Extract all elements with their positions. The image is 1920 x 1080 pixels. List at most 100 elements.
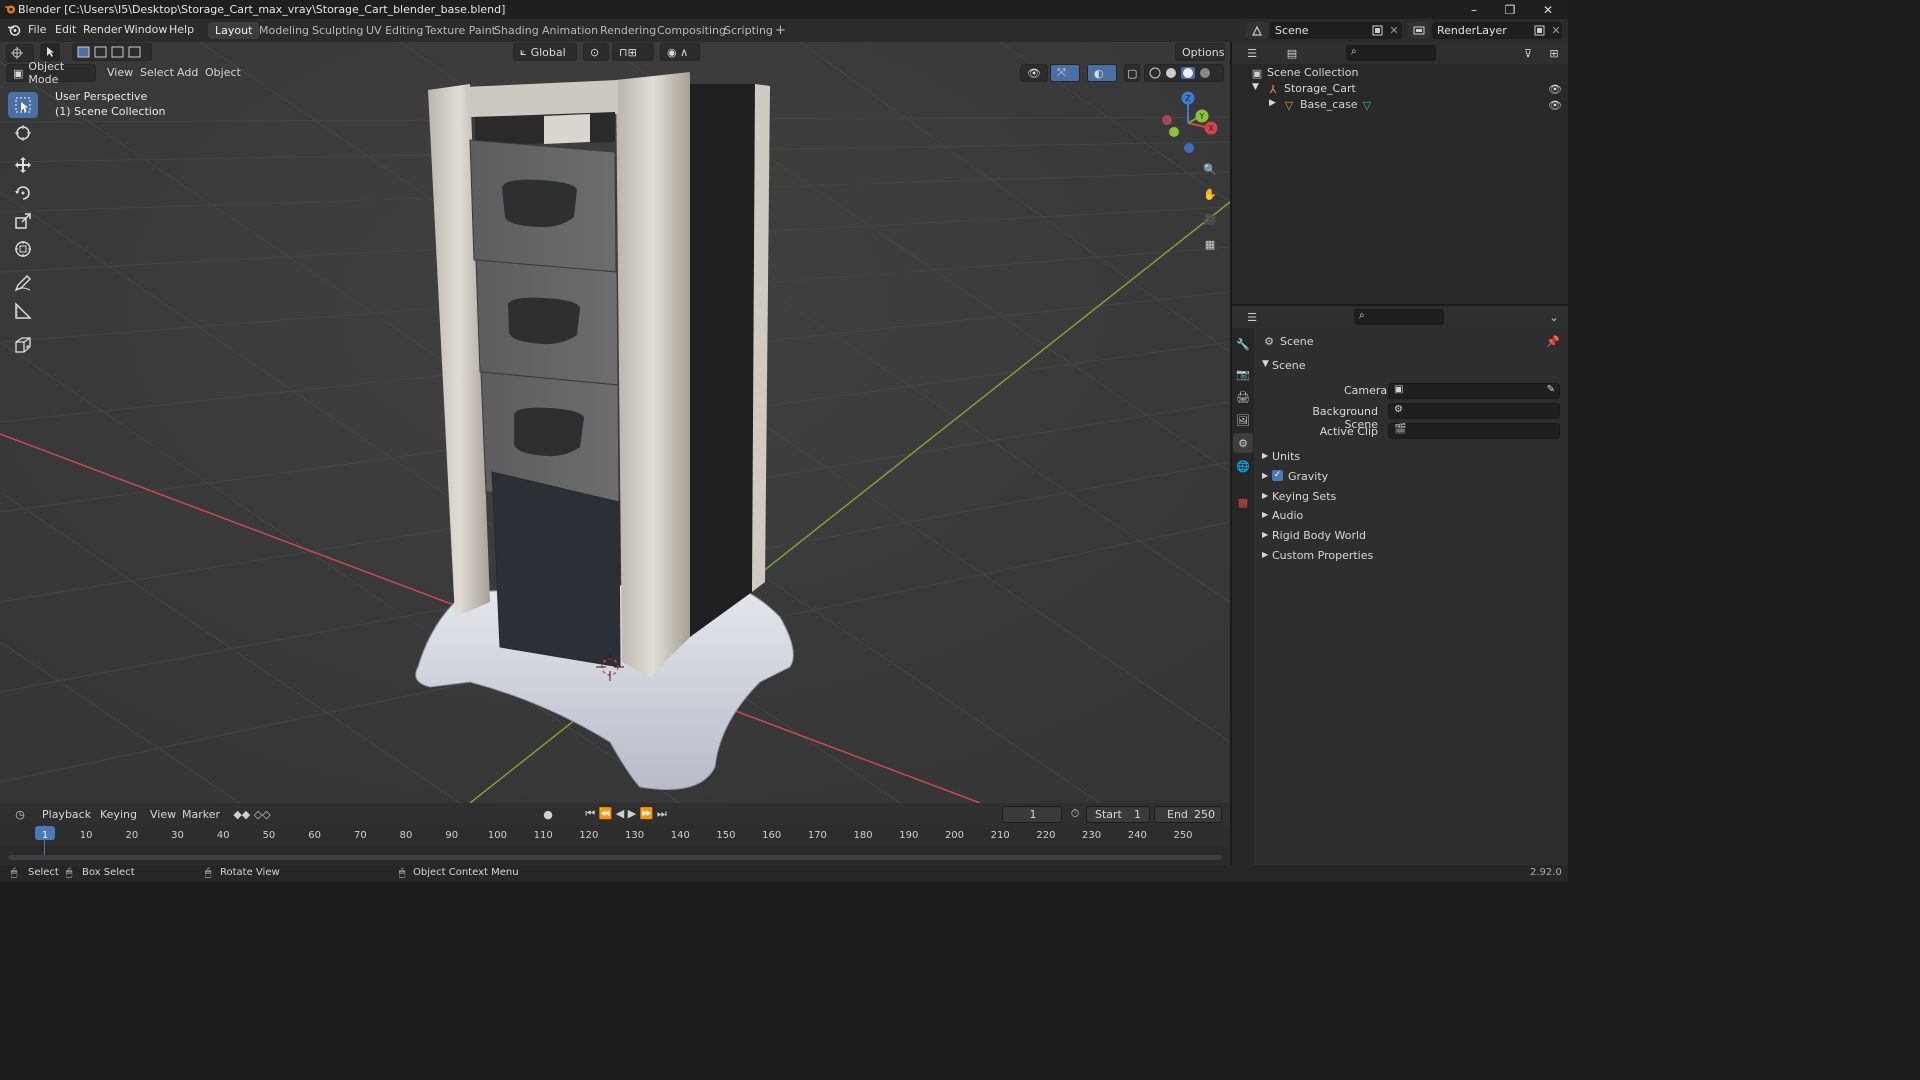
menu-view[interactable]: View (107, 66, 133, 79)
texture-properties-icon[interactable]: ▩ (1235, 494, 1251, 510)
preview-range-clock-icon[interactable]: ⏱ (1066, 806, 1084, 822)
scene-icon: ⚙ (1264, 334, 1274, 348)
background-scene-field[interactable]: ⚙ (1388, 403, 1560, 419)
outliner-search-input[interactable]: ⌕ (1346, 45, 1436, 61)
start-frame-field[interactable]: Start 1 (1086, 806, 1150, 823)
navigation-gizmo[interactable]: X Y Z (1155, 90, 1225, 160)
options-dropdown[interactable]: Options (1175, 43, 1225, 61)
keyframe-buttons-icon[interactable]: ◆◆ ◇◇ (222, 806, 282, 822)
tool-select-mode-icon[interactable] (40, 43, 60, 61)
tool-measure[interactable] (8, 298, 38, 324)
eyedropper-icon[interactable]: ✎ (1547, 384, 1555, 395)
zoom-view-icon[interactable]: 🔍 (1200, 159, 1220, 179)
menu-playback[interactable]: Playback (42, 808, 91, 821)
gizmo-toggle-icon[interactable]: ⤧ (1050, 64, 1080, 82)
current-frame-field[interactable]: 1 (1002, 806, 1062, 823)
scene-name-field[interactable]: Scene ✕ (1270, 22, 1402, 39)
collapse-scene-panel-icon[interactable]: ▼ (1262, 359, 1269, 369)
record-autokey-icon[interactable]: ● (538, 806, 558, 822)
outliner-item-base-case[interactable]: Base_case (1300, 98, 1358, 111)
menu-edit[interactable]: Edit (55, 23, 76, 36)
expand-storage-cart-icon[interactable]: ▼ (1252, 82, 1259, 92)
outliner-scene-collection[interactable]: Scene Collection (1267, 66, 1358, 79)
world-properties-icon[interactable]: 🌐 (1235, 458, 1251, 474)
visibility-eye-icon[interactable]: 👁 (1548, 82, 1562, 96)
outliner-item-storage-cart[interactable]: Storage_Cart (1284, 82, 1356, 95)
view-layer-icon[interactable]: 🖼 (1235, 412, 1251, 428)
minimize-button[interactable]: – (1456, 0, 1492, 19)
properties-options-icon[interactable]: ⌄ (1546, 309, 1562, 325)
properties-search-input[interactable]: ⌕ (1354, 309, 1444, 325)
tool-add-cube[interactable] (8, 332, 38, 358)
tool-scale[interactable] (8, 208, 38, 234)
visibility-eye-icon[interactable]: 👁 (1548, 98, 1562, 112)
expand-icon: ▶ (1262, 530, 1269, 539)
maximize-button[interactable]: ❐ (1492, 0, 1528, 19)
menu-file[interactable]: File (28, 23, 46, 36)
properties-editor-type-icon[interactable]: ☰ (1240, 309, 1264, 325)
scene-browse-icon[interactable] (1246, 22, 1268, 39)
shading-mode-buttons[interactable] (1144, 64, 1224, 82)
tool-annotate[interactable] (8, 270, 38, 296)
visibility-eye-icon[interactable]: 👁 (1020, 64, 1048, 82)
menu-keying[interactable]: Keying (100, 808, 137, 821)
menu-object[interactable]: Object (205, 66, 241, 79)
tool-rotate[interactable] (8, 180, 38, 206)
display-mode-icon[interactable]: ▤ (1280, 45, 1304, 61)
transform-orientation-dropdown[interactable]: ⟀ Global (513, 43, 577, 61)
playback-controls[interactable]: ⏮ ⏪ ◀ ▶ ⏩ ⏭ (576, 806, 676, 822)
output-properties-icon[interactable]: 🖨 (1235, 389, 1251, 405)
snap-toggle-icon[interactable]: ⊓⊞ (612, 43, 654, 61)
new-scene-icon[interactable] (1370, 23, 1384, 37)
pan-hand-icon[interactable]: ✋ (1200, 184, 1220, 204)
xray-toggle-icon[interactable]: ▢ (1124, 64, 1140, 82)
menu-help[interactable]: Help (169, 23, 194, 36)
end-frame-field[interactable]: End 250 (1154, 806, 1222, 823)
tool-settings-icon[interactable]: 🔧 (1235, 336, 1251, 352)
timeline-editor-type-icon[interactable]: ◷ (8, 806, 32, 822)
renderlayer-browse-icon[interactable] (1408, 22, 1430, 39)
new-renderlayer-icon[interactable] (1532, 23, 1546, 37)
blender-menu-icon[interactable] (6, 22, 22, 38)
close-button[interactable]: ✕ (1530, 0, 1566, 19)
renderlayer-name-field[interactable]: RenderLayer ✕ (1432, 22, 1562, 39)
object-mode-dropdown[interactable]: ▣ Object Mode (6, 60, 96, 86)
camera-view-icon[interactable]: 🎥 (1200, 209, 1220, 229)
add-workspace-button[interactable]: + (768, 22, 793, 39)
ortho-grid-icon[interactable]: ▦ (1200, 234, 1220, 254)
menu-marker[interactable]: Marker (182, 808, 220, 821)
subpanel-rigid-body-world-label: Rigid Body World (1272, 529, 1367, 542)
tool-cursor[interactable] (8, 120, 38, 146)
gravity-checkbox[interactable]: ✓ (1272, 470, 1283, 481)
tool-select-box[interactable] (8, 92, 38, 118)
timeline-scrollbar[interactable] (8, 855, 1222, 860)
filter-icon[interactable]: ⊽ (1516, 45, 1540, 61)
renderlayer-name-text: RenderLayer (1437, 24, 1507, 37)
pivot-point-icon[interactable]: ⊙ (583, 43, 609, 61)
3d-viewport[interactable]: ⟀ Global ⊙ ⊓⊞ ◉ ∧ Options ▣ Object Mode … (0, 42, 1230, 803)
subpanel-gravity-label: Gravity (1288, 470, 1329, 483)
outliner-editor-type-icon[interactable]: ☰ (1240, 45, 1264, 61)
frame-tick-label: 90 (445, 830, 459, 841)
menu-view[interactable]: View (150, 808, 176, 821)
selection-mode-toggles[interactable] (72, 43, 152, 61)
menu-window[interactable]: Window (124, 23, 167, 36)
delete-scene-icon[interactable]: ✕ (1387, 23, 1401, 37)
scene-panel-title[interactable]: Scene (1272, 359, 1306, 372)
tool-transform[interactable] (8, 236, 38, 262)
orientation-axes-icon: ⟀ (520, 45, 527, 58)
active-clip-field[interactable]: 🎬 (1388, 423, 1560, 439)
tool-move[interactable] (8, 152, 38, 178)
menu-select[interactable]: Select (140, 66, 174, 79)
render-properties-icon[interactable]: 📷 (1235, 366, 1251, 382)
expand-base-case-icon[interactable]: ▶ (1269, 98, 1276, 108)
delete-renderlayer-icon[interactable]: ✕ (1549, 23, 1563, 37)
new-collection-icon[interactable]: ⊞ (1544, 45, 1564, 61)
menu-add[interactable]: Add (177, 66, 198, 79)
camera-field[interactable]: ▣ ✎ (1388, 383, 1560, 399)
overlays-toggle-icon[interactable]: ◐ (1087, 64, 1117, 82)
proportional-editing-icon[interactable]: ◉ ∧ (660, 43, 700, 61)
menu-render[interactable]: Render (83, 23, 122, 36)
scene-properties-icon[interactable]: ⚙ (1233, 433, 1253, 453)
pin-icon[interactable]: 📌 (1546, 334, 1560, 348)
